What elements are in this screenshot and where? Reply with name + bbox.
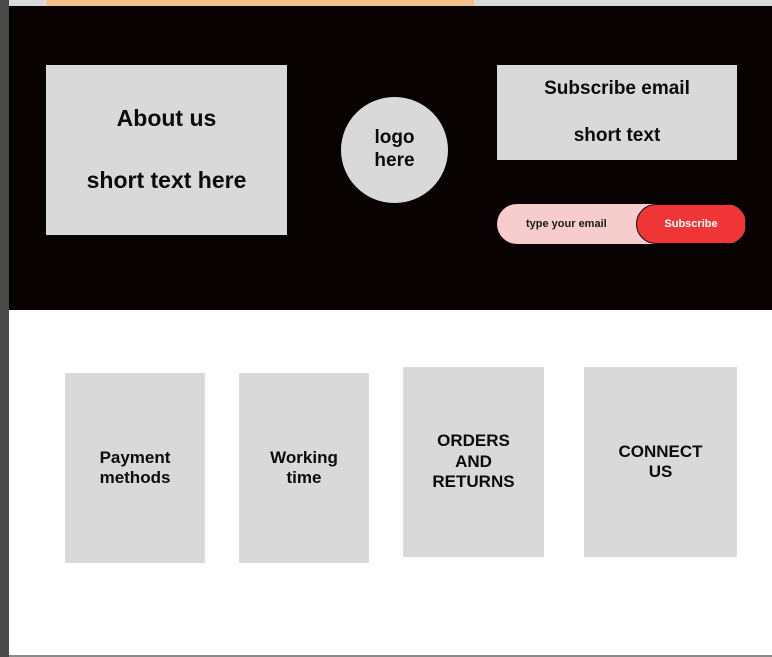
card-label-line3: RETURNS [432,472,515,492]
card-label-line2: methods [99,468,171,487]
email-input[interactable] [497,204,647,244]
email-subscribe-form: Subscribe [497,204,746,244]
subscribe-text: short text [573,124,661,146]
subscribe-title: Subscribe email [544,77,690,99]
about-us-text: short text here [86,167,247,193]
logo-placeholder[interactable]: logo here [341,97,448,203]
subscribe-email-box: Subscribe email short text [497,65,737,160]
card-label-line2: time [286,468,322,487]
orders-and-returns-card[interactable]: ORDERS AND RETURNS [403,367,544,557]
logo-text-line1: logo [374,127,415,149]
logo-text-line2: here [374,150,415,171]
about-us-box: About us short text here [46,65,287,235]
card-label-line2: US [648,462,673,481]
card-label-line1: CONNECT [618,441,703,461]
card-label-line2: AND [455,451,492,471]
card-label-line1: Payment [99,447,171,467]
card-label-line1: ORDERS [437,431,510,451]
card-label-line1: Working [270,447,338,467]
left-edge-bar [0,0,9,657]
subscribe-button[interactable]: Subscribe [636,204,746,244]
about-us-title: About us [116,105,217,132]
working-time-card[interactable]: Working time [239,373,369,563]
payment-methods-card[interactable]: Payment methods [65,373,205,563]
connect-us-card[interactable]: CONNECT US [584,367,737,557]
